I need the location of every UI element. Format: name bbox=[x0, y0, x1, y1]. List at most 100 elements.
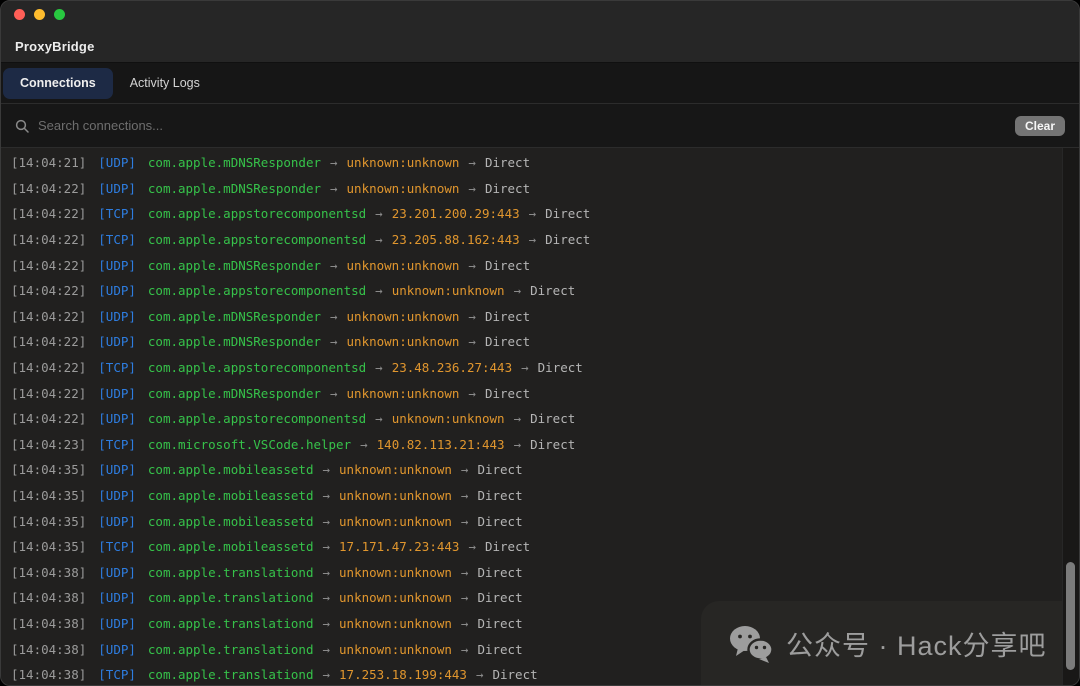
log-timestamp: [14:04:22] bbox=[11, 232, 86, 247]
log-policy: Direct bbox=[538, 360, 583, 375]
log-process-name: com.apple.mDNSResponder bbox=[148, 258, 321, 273]
log-process-name: com.apple.translationd bbox=[148, 667, 314, 682]
log-policy: Direct bbox=[477, 642, 522, 657]
log-timestamp: [14:04:38] bbox=[11, 590, 86, 605]
arrow-icon: → bbox=[375, 206, 383, 221]
log-timestamp: [14:04:22] bbox=[11, 334, 86, 349]
log-destination: unknown:unknown bbox=[347, 334, 460, 349]
log-destination: unknown:unknown bbox=[347, 155, 460, 170]
log-timestamp: [14:04:38] bbox=[11, 642, 86, 657]
log-row: [14:04:22] [UDP] com.apple.appstorecompo… bbox=[11, 406, 1079, 432]
log-protocol-badge: [UDP] bbox=[98, 462, 136, 477]
log-protocol-badge: [UDP] bbox=[98, 590, 136, 605]
log-process-name: com.apple.translationd bbox=[148, 642, 314, 657]
log-row: [14:04:35] [UDP] com.apple.mobileassetd … bbox=[11, 483, 1079, 509]
log-policy: Direct bbox=[485, 258, 530, 273]
arrow-icon: → bbox=[322, 514, 330, 529]
log-protocol-badge: [UDP] bbox=[98, 642, 136, 657]
arrow-icon: → bbox=[461, 565, 469, 580]
log-destination: unknown:unknown bbox=[347, 386, 460, 401]
log-process-name: com.apple.mobileassetd bbox=[148, 488, 314, 503]
arrow-icon: → bbox=[514, 283, 522, 298]
log-row: [14:04:22] [UDP] com.apple.appstorecompo… bbox=[11, 278, 1079, 304]
log-destination: 17.253.18.199:443 bbox=[339, 667, 467, 682]
arrow-icon: → bbox=[461, 488, 469, 503]
arrow-icon: → bbox=[322, 616, 330, 631]
log-timestamp: [14:04:22] bbox=[11, 309, 86, 324]
log-protocol-badge: [TCP] bbox=[98, 539, 136, 554]
close-window-button[interactable] bbox=[14, 9, 25, 20]
arrow-icon: → bbox=[468, 334, 476, 349]
log-destination: unknown:unknown bbox=[347, 309, 460, 324]
log-process-name: com.apple.mDNSResponder bbox=[148, 309, 321, 324]
log-policy: Direct bbox=[485, 386, 530, 401]
search-bar: Clear bbox=[1, 104, 1079, 148]
arrow-icon: → bbox=[461, 462, 469, 477]
watermark-text: 公众号 · Hack分享吧 bbox=[786, 624, 1047, 663]
arrow-icon: → bbox=[375, 232, 383, 247]
arrow-icon: → bbox=[468, 181, 476, 196]
log-policy: Direct bbox=[477, 514, 522, 529]
log-destination: unknown:unknown bbox=[339, 488, 452, 503]
log-protocol-badge: [UDP] bbox=[98, 514, 136, 529]
log-destination: unknown:unknown bbox=[392, 283, 505, 298]
app-title: ProxyBridge bbox=[15, 39, 95, 54]
log-timestamp: [14:04:35] bbox=[11, 514, 86, 529]
search-input[interactable] bbox=[38, 118, 1015, 133]
log-policy: Direct bbox=[485, 539, 530, 554]
log-process-name: com.apple.mDNSResponder bbox=[148, 155, 321, 170]
arrow-icon: → bbox=[468, 155, 476, 170]
log-destination: unknown:unknown bbox=[339, 642, 452, 657]
log-row: [14:04:22] [UDP] com.apple.mDNSResponder… bbox=[11, 252, 1079, 278]
arrow-icon: → bbox=[330, 155, 338, 170]
log-protocol-badge: [UDP] bbox=[98, 283, 136, 298]
log-timestamp: [14:04:22] bbox=[11, 258, 86, 273]
arrow-icon: → bbox=[514, 437, 522, 452]
arrow-icon: → bbox=[461, 590, 469, 605]
arrow-icon: → bbox=[375, 283, 383, 298]
log-protocol-badge: [UDP] bbox=[98, 309, 136, 324]
log-destination: unknown:unknown bbox=[339, 590, 452, 605]
log-process-name: com.apple.mDNSResponder bbox=[148, 386, 321, 401]
arrow-icon: → bbox=[375, 360, 383, 375]
log-timestamp: [14:04:22] bbox=[11, 283, 86, 298]
log-process-name: com.apple.mobileassetd bbox=[148, 539, 314, 554]
tab-activity-logs[interactable]: Activity Logs bbox=[113, 68, 217, 99]
arrow-icon: → bbox=[322, 488, 330, 503]
log-row: [14:04:38] [UDP] com.apple.translationd … bbox=[11, 560, 1079, 586]
log-policy: Direct bbox=[485, 181, 530, 196]
log-policy: Direct bbox=[545, 232, 590, 247]
log-row: [14:04:22] [TCP] com.apple.appstorecompo… bbox=[11, 227, 1079, 253]
log-timestamp: [14:04:38] bbox=[11, 565, 86, 580]
log-policy: Direct bbox=[545, 206, 590, 221]
tab-connections[interactable]: Connections bbox=[3, 68, 113, 99]
log-policy: Direct bbox=[477, 590, 522, 605]
log-timestamp: [14:04:22] bbox=[11, 411, 86, 426]
scrollbar-thumb[interactable] bbox=[1066, 562, 1075, 670]
log-protocol-badge: [TCP] bbox=[98, 360, 136, 375]
log-destination: 17.171.47.23:443 bbox=[339, 539, 459, 554]
log-destination: 140.82.113.21:443 bbox=[377, 437, 505, 452]
log-timestamp: [14:04:35] bbox=[11, 488, 86, 503]
log-destination: 23.205.88.162:443 bbox=[392, 232, 520, 247]
log-destination: unknown:unknown bbox=[339, 462, 452, 477]
log-timestamp: [14:04:38] bbox=[11, 616, 86, 631]
clear-button[interactable]: Clear bbox=[1015, 116, 1065, 136]
scrollbar-track[interactable] bbox=[1062, 148, 1079, 686]
wechat-bubbles-icon bbox=[729, 625, 773, 663]
log-process-name: com.apple.appstorecomponentsd bbox=[148, 411, 366, 426]
log-protocol-badge: [UDP] bbox=[98, 488, 136, 503]
minimize-window-button[interactable] bbox=[34, 9, 45, 20]
log-process-name: com.apple.appstorecomponentsd bbox=[148, 360, 366, 375]
arrow-icon: → bbox=[476, 667, 484, 682]
zoom-window-button[interactable] bbox=[54, 9, 65, 20]
log-process-name: com.apple.translationd bbox=[148, 590, 314, 605]
arrow-icon: → bbox=[514, 411, 522, 426]
log-timestamp: [14:04:35] bbox=[11, 462, 86, 477]
arrow-icon: → bbox=[529, 206, 537, 221]
arrow-icon: → bbox=[521, 360, 529, 375]
log-row: [14:04:23] [TCP] com.microsoft.VSCode.he… bbox=[11, 432, 1079, 458]
arrow-icon: → bbox=[468, 386, 476, 401]
tab-bar: Connections Activity Logs bbox=[1, 63, 1079, 104]
log-row: [14:04:35] [TCP] com.apple.mobileassetd … bbox=[11, 534, 1079, 560]
